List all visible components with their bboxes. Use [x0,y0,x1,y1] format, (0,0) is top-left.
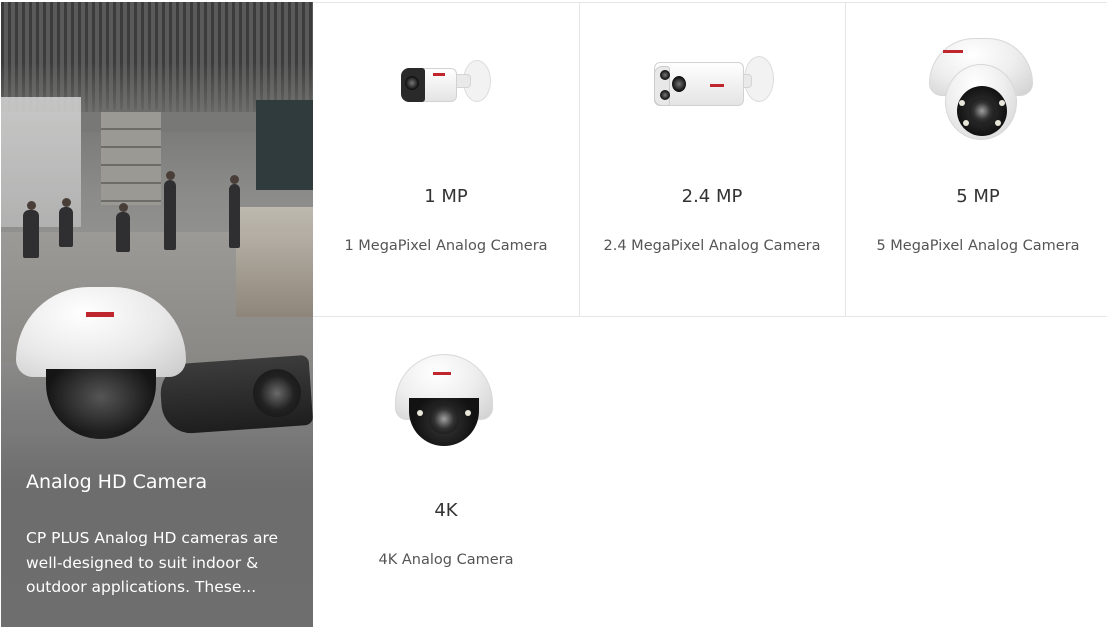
product-name[interactable]: 2.4 MegaPixel Analog Camera [579,238,845,254]
product-name[interactable]: 1 MegaPixel Analog Camera [313,238,579,254]
long-bullet-camera-icon [579,2,845,162]
product-card-2-4mp[interactable]: 2.4 MP 2.4 MegaPixel Analog Camera [579,2,845,316]
product-name[interactable]: 5 MegaPixel Analog Camera [845,238,1107,254]
hero-description: CP PLUS Analog HD cameras are well-desig… [26,529,279,596]
product-resolution: 4K [434,500,458,521]
product-resolution: 5 MP [956,186,1000,207]
product-resolution: 1 MP [424,186,468,207]
bullet-camera-icon [313,2,579,162]
product-resolution: 2.4 MP [681,186,743,207]
hero-dome-camera-image [6,287,196,439]
vandal-dome-camera-icon [313,316,579,476]
product-card-4k[interactable]: 4K 4K Analog Camera [313,316,579,627]
product-card-1mp[interactable]: 1 MP 1 MegaPixel Analog Camera [313,2,579,316]
product-card-5mp[interactable]: 5 MP 5 MegaPixel Analog Camera [845,2,1107,316]
product-name[interactable]: 4K Analog Camera [313,552,579,568]
dome-camera-icon [845,2,1107,162]
hero-title: Analog HD Camera [26,471,208,493]
category-hero-panel[interactable]: Analog HD Camera CP PLUS Analog HD camer… [1,2,313,627]
